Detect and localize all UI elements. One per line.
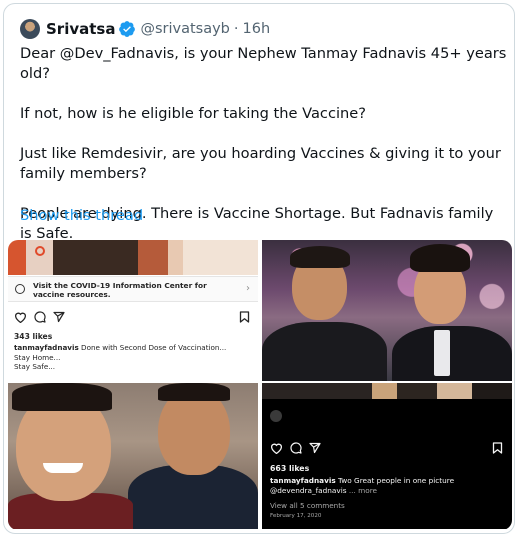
caption-username: tanmayfadnavis bbox=[270, 476, 336, 485]
post-photo bbox=[8, 240, 258, 275]
media-grid: Visit the COVID-19 Information Center fo… bbox=[8, 240, 512, 530]
caption-mention: @devendra_fadnavis bbox=[270, 486, 347, 495]
comment-icon bbox=[34, 311, 46, 323]
post-actions bbox=[14, 311, 65, 323]
comment-icon bbox=[290, 442, 302, 454]
verified-badge-icon bbox=[119, 21, 136, 37]
caption-line: Stay Safe... bbox=[14, 362, 56, 371]
post-actions bbox=[270, 442, 321, 454]
media-image-instagram-post-1[interactable]: Visit the COVID-19 Information Center fo… bbox=[8, 240, 258, 381]
tweet-paragraph: Dear @Dev_Fadnavis, is your Nephew Tanma… bbox=[20, 45, 507, 82]
post-caption: tanmayfadnavis Two Great people in one p… bbox=[270, 476, 504, 496]
post-caption: tanmayfadnavis Done with Second Dose of … bbox=[14, 343, 254, 372]
heart-icon bbox=[14, 312, 27, 323]
heart-icon bbox=[270, 443, 283, 454]
chevron-right-icon: › bbox=[246, 283, 250, 294]
audio-indicator-icon bbox=[270, 410, 282, 422]
media-image-selfie-3[interactable] bbox=[8, 383, 258, 529]
covid-info-banner: Visit the COVID-19 Information Center fo… bbox=[8, 276, 258, 302]
info-icon bbox=[15, 284, 25, 294]
view-comments-link: View all 5 comments bbox=[270, 501, 345, 510]
person-2-hair bbox=[410, 244, 470, 272]
covid-banner-text: Visit the COVID-19 Information Center fo… bbox=[33, 281, 207, 299]
person-2-hair bbox=[158, 383, 230, 401]
brand-logo-icon bbox=[35, 246, 45, 256]
caption-username: tanmayfadnavis bbox=[14, 343, 79, 352]
tweet-card[interactable]: Srivatsa @srivatsayb · 16h Dear @Dev_Fad… bbox=[3, 3, 515, 534]
bookmark-icon bbox=[492, 442, 503, 454]
person-1-body bbox=[262, 322, 387, 381]
post-photo bbox=[262, 383, 512, 399]
share-icon bbox=[309, 442, 321, 454]
person-2-shirt bbox=[434, 330, 450, 376]
likes-count: 663 likes bbox=[270, 464, 310, 473]
caption-text: Done with Second Dose of Vaccination... bbox=[81, 343, 227, 352]
avatar[interactable] bbox=[20, 19, 40, 39]
person-1-hair bbox=[12, 383, 112, 411]
more-link: ... more bbox=[348, 486, 378, 495]
smile bbox=[43, 463, 83, 473]
author-name[interactable]: Srivatsa bbox=[46, 20, 115, 38]
person-1-hair bbox=[290, 246, 350, 268]
media-image-photo-2[interactable] bbox=[262, 240, 512, 381]
tweet-paragraph: If not, how is he eligible for taking th… bbox=[20, 105, 367, 122]
post-date: February 17, 2020 bbox=[270, 513, 322, 519]
media-image-instagram-post-4[interactable]: 663 likes tanmayfadnavis Two Great peopl… bbox=[262, 383, 512, 529]
author-handle[interactable]: @srivatsayb bbox=[140, 21, 229, 37]
share-icon bbox=[53, 311, 65, 323]
person-2-body bbox=[392, 326, 512, 381]
show-thread-link[interactable]: Show this thread bbox=[20, 207, 143, 224]
tweet-header: Srivatsa @srivatsayb · 16h bbox=[20, 18, 270, 40]
tweet-timestamp[interactable]: 16h bbox=[243, 21, 271, 37]
caption-line: Stay Home... bbox=[14, 352, 61, 362]
separator-dot: · bbox=[233, 21, 239, 37]
tweet-paragraph: Just like Remdesivir, are you hoarding V… bbox=[20, 145, 501, 182]
caption-text: Two Great people in one picture bbox=[338, 476, 455, 485]
bookmark-icon bbox=[239, 311, 250, 323]
likes-count: 343 likes bbox=[14, 332, 53, 341]
